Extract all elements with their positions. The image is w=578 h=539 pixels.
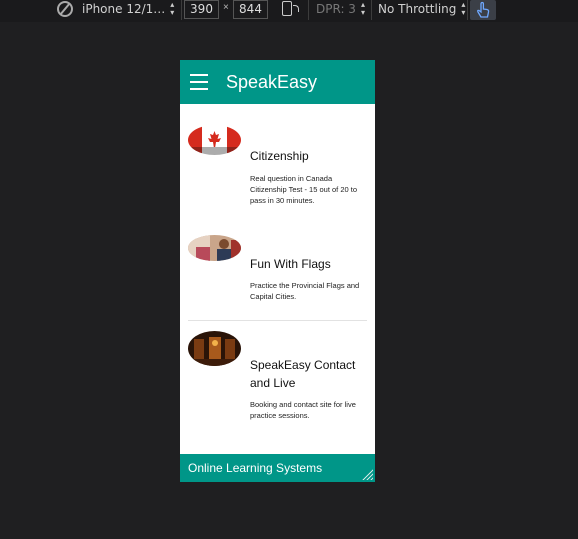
- footer-bar: Online Learning Systems: [180, 454, 375, 482]
- venue-photo-thumbnail: [188, 331, 241, 366]
- throttling-select[interactable]: No Throttling ▴ ▾: [378, 0, 465, 18]
- updown-arrow-icon: ▴ ▾: [360, 0, 365, 17]
- toolbar-divider: [371, 0, 372, 20]
- resize-grip-icon[interactable]: [361, 468, 373, 480]
- flags-photo-thumbnail: [188, 235, 241, 261]
- touch-simulation-button[interactable]: [470, 0, 496, 20]
- compass-icon[interactable]: [57, 1, 73, 17]
- item-description: Practice the Provincial Flags and Capita…: [250, 281, 360, 301]
- app-title: SpeakEasy: [226, 71, 318, 92]
- toolbar-divider: [181, 0, 182, 20]
- item-title: SpeakEasy Contact and Live: [250, 358, 356, 390]
- touch-hand-icon: [477, 1, 490, 18]
- updown-arrow-icon: ▴ ▾: [170, 0, 175, 17]
- list-divider: [188, 320, 367, 321]
- canada-flag-thumbnail: [188, 125, 241, 155]
- height-input[interactable]: 844: [233, 0, 268, 19]
- device-select[interactable]: iPhone 12/1… ▴ ▾: [82, 0, 174, 18]
- rotate-icon[interactable]: [282, 1, 299, 16]
- throttling-label: No Throttling: [378, 2, 457, 16]
- dpr-select[interactable]: DPR: 3 ▴ ▾: [316, 0, 365, 18]
- item-description: Booking and contact site for live practi…: [250, 400, 356, 420]
- phone-viewport: SpeakEasy Citizenship Real question in C…: [180, 60, 375, 482]
- device-label: iPhone 12/1…: [82, 2, 166, 16]
- toolbar-divider: [308, 0, 309, 20]
- menu-icon[interactable]: [190, 74, 208, 90]
- devtools-toolbar: iPhone 12/1… ▴ ▾ 390 × 844 DPR: 3 ▴ ▾ No T…: [0, 0, 578, 22]
- width-input[interactable]: 390: [184, 0, 219, 19]
- dpr-label: DPR: 3: [316, 2, 356, 16]
- updown-arrow-icon: ▴ ▾: [461, 0, 466, 17]
- footer-text: Online Learning Systems: [188, 461, 323, 475]
- item-title: Citizenship: [250, 149, 309, 163]
- toolbar-divider: [467, 0, 468, 20]
- app-bar: SpeakEasy: [180, 60, 375, 104]
- times-sign: ×: [223, 2, 229, 13]
- item-title: Fun With Flags: [250, 257, 331, 271]
- item-description: Real question in Canada Citizenship Test…: [250, 174, 358, 205]
